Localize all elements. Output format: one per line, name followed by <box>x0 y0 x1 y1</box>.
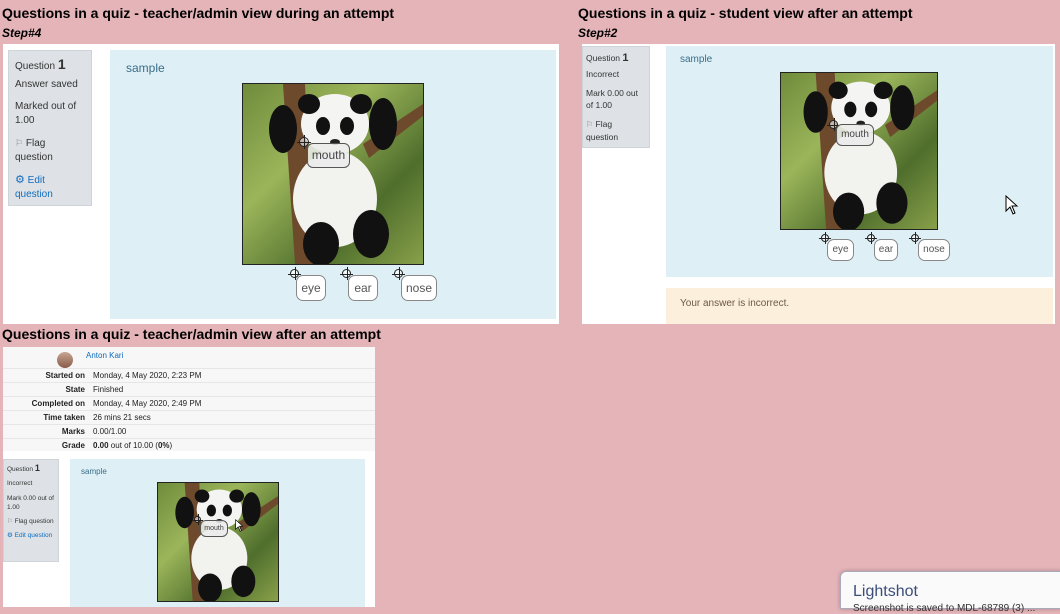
teacher-during-panel: Question 1 Answer saved Marked out of 1.… <box>3 44 559 324</box>
question-content: sample mouth eye ear nose <box>666 46 1053 277</box>
question-text: sample <box>680 54 713 65</box>
panda-illustration <box>803 73 937 229</box>
question-marks: Mark 0.00 out of 1.00 <box>7 495 54 511</box>
flag-icon: ⚐ <box>15 138 24 148</box>
question-info: Question 1 Incorrect Mark 0.00 out of 1.… <box>582 46 650 148</box>
step-label: Step#4 <box>2 26 42 40</box>
mouse-pointer-icon <box>235 519 244 532</box>
question-info: Question 1 Incorrect Mark 0.00 out of 1.… <box>3 459 59 562</box>
drag-item-eye[interactable]: eye <box>296 275 326 301</box>
step-label: Step#2 <box>578 26 618 40</box>
drop-zone-mouth: mouth <box>836 124 874 146</box>
notification-title: Lightshot <box>853 583 918 600</box>
flag-question-link[interactable]: ⚐ Flag question <box>586 118 646 143</box>
summary-label: Grade <box>61 441 85 450</box>
summary-value: 26 mins 21 secs <box>93 413 151 422</box>
summary-label: Marks <box>61 427 85 436</box>
question-info: Question 1 Answer saved Marked out of 1.… <box>8 50 92 206</box>
panda-background-image <box>157 482 279 602</box>
edit-question-link[interactable]: ⚙ Edit question <box>7 531 55 540</box>
mouse-pointer-icon <box>1005 195 1019 215</box>
drag-item-ear[interactable]: ear <box>348 275 378 301</box>
feedback-incorrect: Your answer is incorrect. <box>666 288 1053 324</box>
summary-value: Monday, 4 May 2020, 2:23 PM <box>93 371 202 380</box>
user-name-link[interactable]: Anton Kari <box>86 351 123 360</box>
student-after-panel: Question 1 Incorrect Mark 0.00 out of 1.… <box>582 44 1055 324</box>
question-text: sample <box>126 61 165 75</box>
summary-grade: 0.00 out of 10.00 (0%) <box>93 441 173 450</box>
section-heading-teacher-during: Questions in a quiz - teacher/admin view… <box>2 5 395 21</box>
summary-value: Finished <box>93 385 124 394</box>
drag-item-ear: ear <box>874 239 898 261</box>
drag-item-eye: eye <box>827 239 854 261</box>
summary-label: State <box>65 385 85 394</box>
teacher-after-panel: Anton Kari Started on Monday, 4 May 2020,… <box>3 347 375 607</box>
drag-item-nose: nose <box>918 239 950 261</box>
summary-value: 0.00/1.00 <box>93 427 127 436</box>
question-state: Incorrect <box>7 480 33 487</box>
panda-illustration <box>269 84 423 264</box>
question-number: Question 1 <box>586 52 629 64</box>
panda-illustration <box>175 483 278 601</box>
gear-icon: ⚙ <box>7 532 13 539</box>
flag-question-link[interactable]: ⚐ Flag question <box>15 136 85 165</box>
section-heading-student-after: Questions in a quiz - student view after… <box>578 5 913 21</box>
summary-label: Time taken <box>43 413 85 422</box>
flag-question-link[interactable]: ⚐ Flag question <box>7 517 55 526</box>
crosshair-icon <box>909 232 921 244</box>
attempt-summary-table: Started on Monday, 4 May 2020, 2:23 PM Sta… <box>3 368 375 452</box>
panda-background-image <box>780 72 938 230</box>
notification-subtitle: Screenshot is saved to MDL-68789 (3) ... <box>853 603 1036 614</box>
summary-label: Completed on <box>31 399 85 408</box>
question-marks: Mark 0.00 out of 1.00 <box>586 88 638 110</box>
panda-background-image <box>242 83 424 265</box>
drag-item-nose[interactable]: nose <box>401 275 437 301</box>
flag-icon: ⚐ <box>586 120 594 129</box>
question-number: Question 1 <box>15 56 66 72</box>
question-number: Question 1 <box>7 463 40 474</box>
lightshot-notification[interactable]: Lightshot Screenshot is saved to MDL-687… <box>840 571 1060 614</box>
section-heading-teacher-after: Questions in a quiz - teacher/admin view… <box>2 326 381 342</box>
gear-icon: ⚙ <box>15 174 25 186</box>
summary-value: Monday, 4 May 2020, 2:49 PM <box>93 399 202 408</box>
attempt-summary: Anton Kari Started on Monday, 4 May 2020,… <box>3 347 375 451</box>
question-text: sample <box>81 467 107 476</box>
question-state: Answer saved <box>15 79 78 90</box>
flag-icon: ⚐ <box>7 518 13 525</box>
question-content: sample mouth <box>70 459 365 607</box>
edit-question-link[interactable]: ⚙ Edit question <box>15 173 85 202</box>
question-state: Incorrect <box>586 69 620 79</box>
drop-zone-mouth[interactable]: mouth <box>307 143 350 168</box>
question-marks: Marked out of 1.00 <box>15 101 77 126</box>
crosshair-icon <box>865 232 877 244</box>
drop-zone-mouth: mouth <box>200 520 228 537</box>
question-content: sample mouth eye ear nose <box>110 50 556 319</box>
summary-label: Started on <box>45 371 85 380</box>
user-avatar <box>57 352 73 368</box>
